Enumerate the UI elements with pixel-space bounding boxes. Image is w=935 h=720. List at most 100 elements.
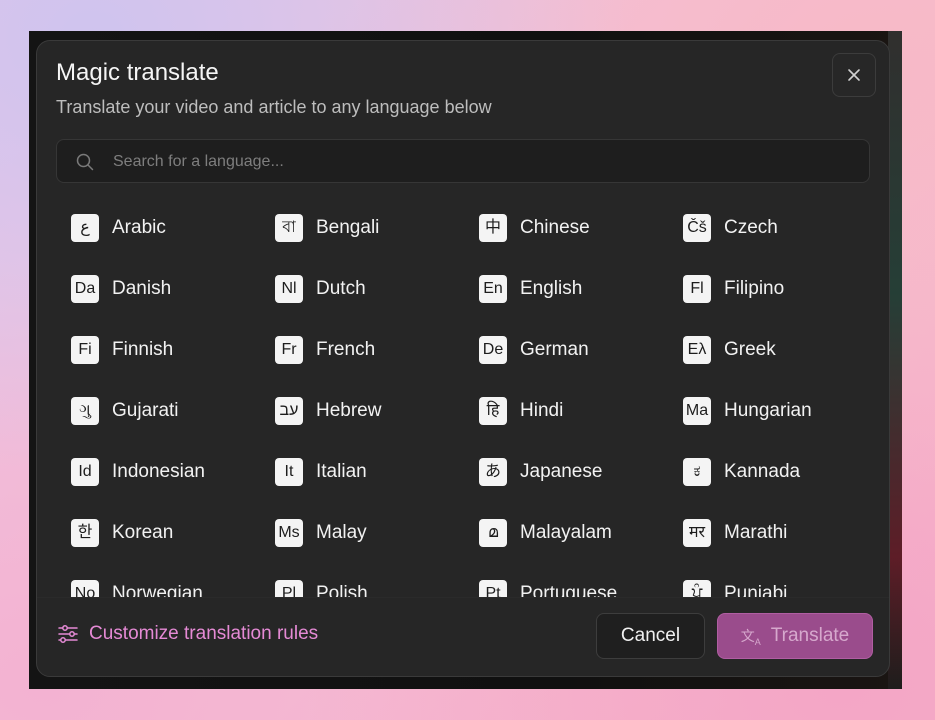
language-label: Gujarati [112, 400, 179, 421]
language-search [56, 139, 870, 184]
language-option-filipino[interactable]: Fl Filipino [683, 275, 887, 336]
language-option-arabic[interactable]: ع Arabic [71, 214, 275, 275]
language-option-hindi[interactable]: हि Hindi [479, 397, 683, 458]
language-option-japanese[interactable]: あ Japanese [479, 458, 683, 519]
language-label: Finnish [112, 339, 174, 360]
language-label: French [316, 339, 376, 360]
language-badge: Pl [275, 580, 303, 597]
language-option-german[interactable]: De German [479, 336, 683, 397]
magic-translate-dialog: Magic translate Translate your video and… [36, 40, 890, 677]
language-label: Filipino [724, 278, 785, 299]
language-badge: Ma [683, 397, 711, 425]
language-label: Malay [316, 522, 367, 543]
language-badge: Fr [275, 336, 303, 364]
language-label: English [520, 278, 583, 299]
language-badge: Pt [479, 580, 507, 597]
language-badge: മ [479, 519, 507, 547]
translate-button[interactable]: 文A Translate [717, 613, 873, 659]
language-option-indonesian[interactable]: Id Indonesian [71, 458, 275, 519]
language-badge: It [275, 458, 303, 486]
translate-label: Translate [770, 625, 850, 646]
language-badge: हि [479, 397, 507, 425]
language-label: Hebrew [316, 400, 382, 421]
language-label: Indonesian [112, 461, 205, 482]
language-option-punjabi[interactable]: ਪੰ Punjabi [683, 580, 887, 597]
language-label: Malayalam [520, 522, 612, 543]
language-label: German [520, 339, 589, 360]
language-badge: ગુ [71, 397, 99, 425]
language-option-danish[interactable]: Da Danish [71, 275, 275, 336]
language-option-portuguese[interactable]: Pt Portuguese [479, 580, 683, 597]
language-option-hungarian[interactable]: Ma Hungarian [683, 397, 887, 458]
language-option-french[interactable]: Fr French [275, 336, 479, 397]
language-badge: 한 [71, 519, 99, 547]
footer-divider [37, 597, 889, 598]
language-option-polish[interactable]: Pl Polish [275, 580, 479, 597]
language-badge: Ms [275, 519, 303, 547]
language-label: Arabic [112, 217, 166, 238]
language-label: Punjabi [724, 583, 788, 597]
language-option-kannada[interactable]: ಕ Kannada [683, 458, 887, 519]
language-label: Kannada [724, 461, 801, 482]
language-label: Chinese [520, 217, 590, 238]
close-button[interactable] [832, 53, 876, 97]
language-option-czech[interactable]: Čš Czech [683, 214, 887, 275]
language-badge: Fl [683, 275, 711, 303]
language-badge: No [71, 580, 99, 597]
language-option-malayalam[interactable]: മ Malayalam [479, 519, 683, 580]
language-option-marathi[interactable]: मर Marathi [683, 519, 887, 580]
language-label: Marathi [724, 522, 788, 543]
language-label: Czech [724, 217, 778, 238]
language-badge: De [479, 336, 507, 364]
dialog-title: Magic translate [56, 59, 219, 86]
language-label: Greek [724, 339, 776, 360]
language-option-english[interactable]: En English [479, 275, 683, 336]
language-label: Polish [316, 583, 368, 597]
language-label: Bengali [316, 217, 380, 238]
language-badge: मर [683, 519, 711, 547]
language-option-hebrew[interactable]: עב Hebrew [275, 397, 479, 458]
language-option-norwegian[interactable]: No Norwegian [71, 580, 275, 597]
customize-label: Customize translation rules [89, 623, 319, 644]
language-badge: ع [71, 214, 99, 242]
language-option-malay[interactable]: Ms Malay [275, 519, 479, 580]
language-badge: Nl [275, 275, 303, 303]
language-label: Hungarian [724, 400, 812, 421]
search-input[interactable] [111, 140, 855, 184]
language-option-korean[interactable]: 한 Korean [71, 519, 275, 580]
language-badge: 中 [479, 214, 507, 242]
language-badge: ਪੰ [683, 580, 711, 597]
close-icon [848, 69, 860, 81]
language-badge: あ [479, 458, 507, 486]
language-label: Japanese [520, 461, 603, 482]
language-option-finnish[interactable]: Fi Finnish [71, 336, 275, 397]
language-badge: বা [275, 214, 303, 242]
cancel-button[interactable]: Cancel [596, 613, 705, 659]
language-badge: En [479, 275, 507, 303]
language-badge: Id [71, 458, 99, 486]
language-grid: ع Arabic বা Bengali 中 Chinese Čš Czech Da Danish N… [71, 214, 889, 597]
language-badge: עב [275, 397, 303, 425]
search-icon [76, 153, 94, 171]
language-option-gujarati[interactable]: ગુ Gujarati [71, 397, 275, 458]
language-badge: Eλ [683, 336, 711, 364]
translate-icon: 文A [740, 627, 761, 647]
language-label: Italian [316, 461, 367, 482]
language-label: Portuguese [520, 583, 618, 597]
language-label: Hindi [520, 400, 564, 421]
language-option-italian[interactable]: It Italian [275, 458, 479, 519]
language-badge: Čš [683, 214, 711, 242]
language-option-greek[interactable]: Eλ Greek [683, 336, 887, 397]
sliders-icon [58, 625, 78, 643]
customize-translation-rules-link[interactable]: Customize translation rules [57, 623, 318, 645]
dialog-subtitle: Translate your video and article to any … [56, 97, 492, 117]
language-badge: Fi [71, 336, 99, 364]
language-badge: Da [71, 275, 99, 303]
language-option-chinese[interactable]: 中 Chinese [479, 214, 683, 275]
language-label: Dutch [316, 278, 366, 299]
language-label: Korean [112, 522, 174, 543]
language-list: ع Arabic বা Bengali 中 Chinese Čš Czech Da Danish N… [37, 197, 889, 597]
language-option-dutch[interactable]: Nl Dutch [275, 275, 479, 336]
language-label: Norwegian [112, 583, 203, 597]
language-option-bengali[interactable]: বা Bengali [275, 214, 479, 275]
